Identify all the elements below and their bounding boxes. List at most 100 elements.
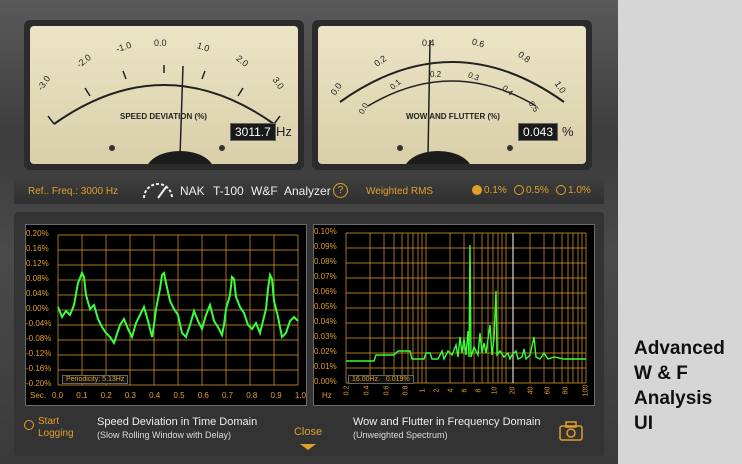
y-tick: 0.03% (314, 332, 337, 341)
right-scope-subtitle: (Unweighted Spectrum) (353, 430, 448, 440)
x-tick: 0.9 (270, 391, 282, 400)
speedometer-icon (143, 183, 173, 199)
x-tick: 8 (475, 388, 483, 393)
x-tick: 0.6 (382, 385, 390, 396)
y-tick: 0.04% (314, 317, 337, 326)
x-tick: 1 (419, 388, 427, 393)
x-tick: 60 (544, 386, 552, 395)
frequency-unit: Hz (276, 124, 292, 139)
meter-face: 0.0 0.2 0.4 0.6 0.8 1.0 0.0 0.1 0.2 0.3 … (318, 26, 586, 164)
y-tick: 0.08% (26, 274, 49, 283)
y-axis-labels: 0.20% 0.16% 0.12% 0.08% 0.04% 0.00% -0.0… (26, 229, 56, 394)
range-option-0.1[interactable]: 0.1% (472, 185, 507, 196)
x-tick: 0.3 (124, 391, 136, 400)
radio-icon (556, 185, 566, 196)
y-tick: 0.16% (26, 244, 49, 253)
y-tick: 0.07% (314, 272, 337, 281)
caption-line: Advanced (634, 338, 725, 359)
y-tick: 0.06% (314, 287, 337, 296)
x-tick: 0.0 (52, 391, 64, 400)
x-tick: 1.0 (294, 391, 306, 400)
y-tick: 0.04% (26, 289, 49, 298)
time-domain-scope: 0.20% 0.16% 0.12% 0.08% 0.04% 0.00% -0.0… (25, 224, 307, 406)
x-tick: 6 (461, 388, 469, 393)
y-tick: 0.08% (314, 257, 337, 266)
x-tick: 0.2 (100, 391, 112, 400)
brand-label: NAK (180, 184, 205, 198)
meter-scale (339, 39, 565, 164)
meter-title: WOW AND FLUTTER (%) (406, 112, 500, 121)
start-label: Start (38, 416, 60, 427)
x-unit-label: Hz (322, 391, 332, 400)
frequency-readout: 3011.7 (230, 123, 276, 141)
camera-icon[interactable] (558, 420, 584, 442)
range-option-0.5[interactable]: 0.5% (514, 185, 549, 196)
meter-face: -3.0 -2.0 -1.0 0.0 1.0 2.0 3.0 SPEED DEV… (30, 26, 298, 164)
x-tick: 0.8 (246, 391, 258, 400)
y-tick: -0.12% (26, 349, 52, 358)
meter-needle (179, 65, 184, 157)
meter-title: SPEED DEVIATION (%) (120, 112, 207, 121)
frequency-readout: 16.00Hz. 0.019% (348, 375, 414, 384)
frequency-domain-scope: 0.10% 0.09% 0.08% 0.07% 0.06% 0.05% 0.04… (313, 224, 595, 406)
y-tick: 0.00% (314, 377, 337, 386)
readout-frequency: 16.00Hz. (352, 376, 381, 383)
x-tick: 80 (562, 386, 570, 395)
radio-icon (514, 185, 524, 196)
x-tick: 2 (433, 388, 441, 393)
x-axis-labels: 0.2 0.4 0.6 0.8 1 2 4 6 8 10 20 40 60 80… (342, 384, 592, 397)
x-axis-labels: 0.0 0.1 0.2 0.3 0.4 0.5 0.6 0.7 0.8 0.9 … (52, 391, 306, 400)
y-tick: -0.16% (26, 364, 52, 373)
x-tick: 0.7 (221, 391, 234, 400)
y-tick: 0.00% (26, 304, 49, 313)
x-unit-label: Sec. (30, 391, 47, 400)
y-tick: 0.05% (314, 302, 337, 311)
x-tick: 100 (582, 384, 590, 397)
x-tick: 0.4 (363, 385, 371, 396)
weighting-label: Weighted RMS (366, 186, 434, 197)
x-tick: 40 (526, 386, 534, 395)
left-scope-subtitle: (Slow Rolling Window with Delay) (97, 430, 232, 440)
analyzer-label: Analyzer (284, 184, 331, 198)
x-tick: 20 (509, 386, 517, 395)
help-button[interactable]: ? (333, 183, 348, 198)
wow-flutter-meter: 0.0 0.2 0.4 0.6 0.8 1.0 0.0 0.1 0.2 0.3 … (312, 20, 592, 170)
left-scope-title: Speed Deviation in Time Domain (97, 416, 258, 428)
caption-line: W & F (634, 363, 688, 384)
speed-deviation-meter: -3.0 -2.0 -1.0 0.0 1.0 2.0 3.0 SPEED DEV… (24, 20, 304, 170)
range-label: 0.1% (484, 185, 507, 196)
caption-text: Advanced W & F Analysis UI (634, 336, 738, 436)
range-label: 1.0% (568, 185, 591, 196)
close-button[interactable]: Close (290, 426, 326, 456)
range-option-1.0[interactable]: 1.0% (556, 185, 591, 196)
y-tick: 0.20% (26, 229, 49, 238)
ref-frequency-label: Ref.. Freq.: 3000 Hz (28, 186, 119, 197)
spectrum-trace (346, 244, 586, 362)
logging-label: Logging (38, 428, 74, 439)
radio-selected-icon (472, 185, 482, 196)
x-tick: 0.2 (343, 385, 351, 396)
chevron-down-icon (300, 444, 316, 450)
radio-icon (24, 420, 34, 430)
x-tick: 4 (447, 388, 455, 393)
x-tick: 0.4 (149, 391, 161, 400)
y-tick: 0.10% (314, 227, 337, 236)
wow-flutter-readout: 0.043 (518, 123, 559, 141)
model-label: T-100 (213, 184, 244, 198)
range-label: 0.5% (526, 185, 549, 196)
x-tick: 0.6 (197, 391, 209, 400)
y-tick: 0.12% (26, 259, 49, 268)
y-tick: 0.09% (314, 242, 337, 251)
y-tick: 0.02% (314, 347, 337, 356)
close-label: Close (293, 426, 323, 438)
meter-needle (427, 39, 431, 157)
y-axis-labels: 0.10% 0.09% 0.08% 0.07% 0.06% 0.05% 0.04… (314, 227, 344, 392)
y-tick: -0.08% (26, 334, 52, 343)
periodicity-readout: Periodicity: 5.13Hz (62, 375, 129, 384)
wf-label: W&F (251, 184, 278, 198)
x-tick: 0.1 (76, 391, 88, 400)
caption-line: Analysis (634, 388, 713, 409)
x-tick: 10 (491, 386, 499, 395)
percent-unit: % (562, 124, 574, 139)
scale-label: 0.4 (422, 38, 435, 48)
